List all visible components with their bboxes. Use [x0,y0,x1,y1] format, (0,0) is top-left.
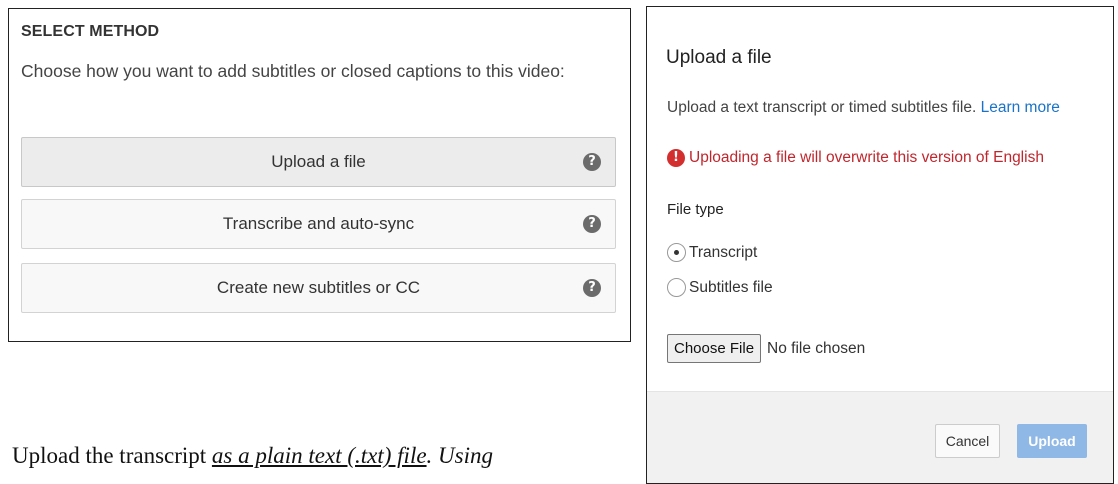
dialog-description: Upload a text transcript or timed subtit… [667,99,1060,117]
select-method-panel: SELECT METHOD Choose how you want to add… [8,8,631,342]
help-icon[interactable]: ? [583,279,601,297]
option-label: Upload a file [271,152,366,171]
learn-more-link[interactable]: Learn more [981,99,1060,116]
help-icon[interactable]: ? [583,215,601,233]
panel-title: SELECT METHOD [21,23,160,40]
warning-text: Uploading a file will overwrite this ver… [689,149,1044,166]
instruction-caption: Upload the transcript as a plain text (.… [12,443,493,469]
overwrite-warning: ! Uploading a file will overwrite this v… [667,149,1044,167]
radio-label: Subtitles file [689,278,773,296]
choose-file-button[interactable]: Choose File [667,334,762,363]
exclamation-circle-icon: ! [667,149,685,167]
upload-file-dialog: Upload a file Upload a text transcript o… [646,6,1114,484]
create-new-subtitles-option-button[interactable]: Create new subtitles or CC ? [21,263,616,313]
caption-suffix: . Using [426,443,493,468]
help-icon[interactable]: ? [583,153,601,171]
upload-file-option-button[interactable]: Upload a file ? [21,137,616,187]
caption-underlined: as a plain text (.txt) file [211,443,427,468]
radio-transcript[interactable]: Transcript [667,243,757,262]
radio-button-checked[interactable] [667,243,686,262]
radio-button-unchecked[interactable] [667,278,686,297]
file-type-label: File type [667,201,724,218]
dialog-title: Upload a file [666,47,772,68]
option-label: Transcribe and auto-sync [222,214,415,233]
file-picker: Choose File No file chosen [667,334,865,363]
no-file-chosen-text: No file chosen [767,339,866,357]
upload-button[interactable]: Upload [1017,424,1087,458]
description-text: Upload a text transcript or timed subtit… [667,99,977,116]
cancel-button[interactable]: Cancel [935,424,1000,458]
panel-description: Choose how you want to add subtitles or … [21,61,565,81]
dialog-footer: Cancel Upload [647,391,1113,483]
option-label: Create new subtitles or CC [216,278,421,297]
transcribe-auto-sync-option-button[interactable]: Transcribe and auto-sync ? [21,199,616,249]
caption-prefix: Upload the transcript [12,443,212,468]
radio-subtitles-file[interactable]: Subtitles file [667,278,773,297]
radio-label: Transcript [689,243,758,261]
